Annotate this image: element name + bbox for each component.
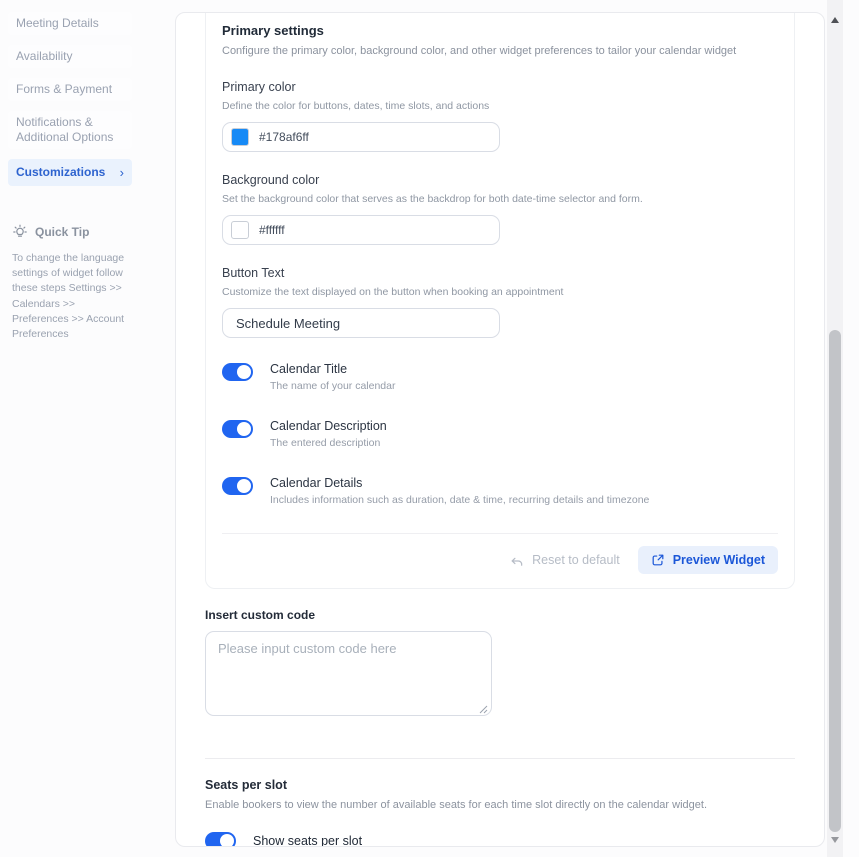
calendar-details-sublabel: Includes information such as duration, d… — [270, 494, 649, 506]
button-text-input[interactable] — [222, 308, 500, 338]
sidebar-item-forms-payment[interactable]: Forms & Payment — [8, 78, 132, 101]
scrollbar-down-arrow-icon[interactable] — [831, 837, 839, 843]
sidebar-item-availability[interactable]: Availability — [8, 45, 132, 68]
toggle-knob — [237, 422, 251, 436]
sidebar-item-meeting-details[interactable]: Meeting Details — [8, 12, 132, 35]
preview-widget-label: Preview Widget — [673, 553, 765, 567]
card-footer: Reset to default Preview Widget — [222, 533, 778, 588]
seats-per-slot-title: Seats per slot — [205, 778, 795, 792]
show-seats-per-slot-toggle[interactable] — [205, 832, 236, 847]
toggle-knob — [237, 365, 251, 379]
calendar-description-label: Calendar Description — [270, 419, 387, 433]
background-color-input-group — [222, 215, 500, 245]
primary-color-input[interactable] — [259, 130, 459, 144]
seats-per-slot-description: Enable bookers to view the number of ava… — [205, 799, 795, 811]
scrollbar-up-arrow-icon[interactable] — [831, 17, 839, 23]
primary-color-input-group — [222, 122, 500, 152]
reset-label: Reset to default — [532, 553, 620, 567]
custom-code-textarea[interactable] — [205, 631, 492, 716]
toggle-knob — [220, 834, 234, 847]
calendar-details-label: Calendar Details — [270, 476, 649, 490]
insert-custom-code-label: Insert custom code — [205, 608, 795, 622]
background-color-swatch[interactable] — [231, 221, 249, 239]
undo-icon — [509, 553, 524, 568]
scrollbar-thumb[interactable] — [829, 330, 841, 832]
show-seats-per-slot-label: Show seats per slot — [253, 834, 362, 848]
primary-settings-description: Configure the primary color, background … — [222, 45, 778, 57]
settings-sidebar: Meeting Details Availability Forms & Pay… — [8, 12, 132, 342]
external-link-icon — [651, 553, 665, 567]
calendar-description-row: Calendar Description The entered descrip… — [222, 419, 778, 449]
lightbulb-icon — [12, 224, 28, 240]
calendar-title-row: Calendar Title The name of your calendar — [222, 362, 778, 392]
primary-color-label: Primary color — [222, 80, 778, 94]
reset-to-default-button[interactable]: Reset to default — [509, 553, 620, 568]
calendar-details-toggle[interactable] — [222, 477, 253, 495]
background-color-input[interactable] — [259, 223, 459, 237]
quick-tip-title: Quick Tip — [35, 225, 89, 239]
preview-widget-button[interactable]: Preview Widget — [638, 546, 778, 574]
sidebar-item-label: Customizations — [16, 165, 105, 180]
section-divider — [205, 758, 795, 759]
calendar-details-row: Calendar Details Includes information su… — [222, 476, 778, 506]
calendar-description-toggle[interactable] — [222, 420, 253, 438]
vertical-scrollbar[interactable] — [827, 0, 843, 857]
primary-settings-card: Primary settings Configure the primary c… — [205, 13, 795, 589]
button-text-description: Customize the text displayed on the butt… — [222, 286, 778, 298]
toggle-knob — [237, 479, 251, 493]
chevron-right-icon: › — [120, 168, 124, 178]
background-color-label: Background color — [222, 173, 778, 187]
sidebar-item-customizations[interactable]: Customizations › — [8, 159, 132, 186]
quick-tip-text: To change the language settings of widge… — [12, 251, 134, 342]
primary-settings-title: Primary settings — [222, 23, 778, 38]
quick-tip-panel: Quick Tip To change the language setting… — [8, 224, 132, 342]
customizations-panel: Primary settings Configure the primary c… — [175, 12, 825, 847]
calendar-title-toggle[interactable] — [222, 363, 253, 381]
sidebar-item-notifications[interactable]: Notifications & Additional Options — [8, 111, 132, 149]
calendar-title-sublabel: The name of your calendar — [270, 380, 396, 392]
seats-per-slot-row: Show seats per slot — [205, 831, 795, 847]
background-color-description: Set the background color that serves as … — [222, 193, 778, 205]
calendar-title-label: Calendar Title — [270, 362, 396, 376]
button-text-label: Button Text — [222, 266, 778, 280]
calendar-description-sublabel: The entered description — [270, 437, 387, 449]
primary-color-swatch[interactable] — [231, 128, 249, 146]
primary-color-description: Define the color for buttons, dates, tim… — [222, 100, 778, 112]
